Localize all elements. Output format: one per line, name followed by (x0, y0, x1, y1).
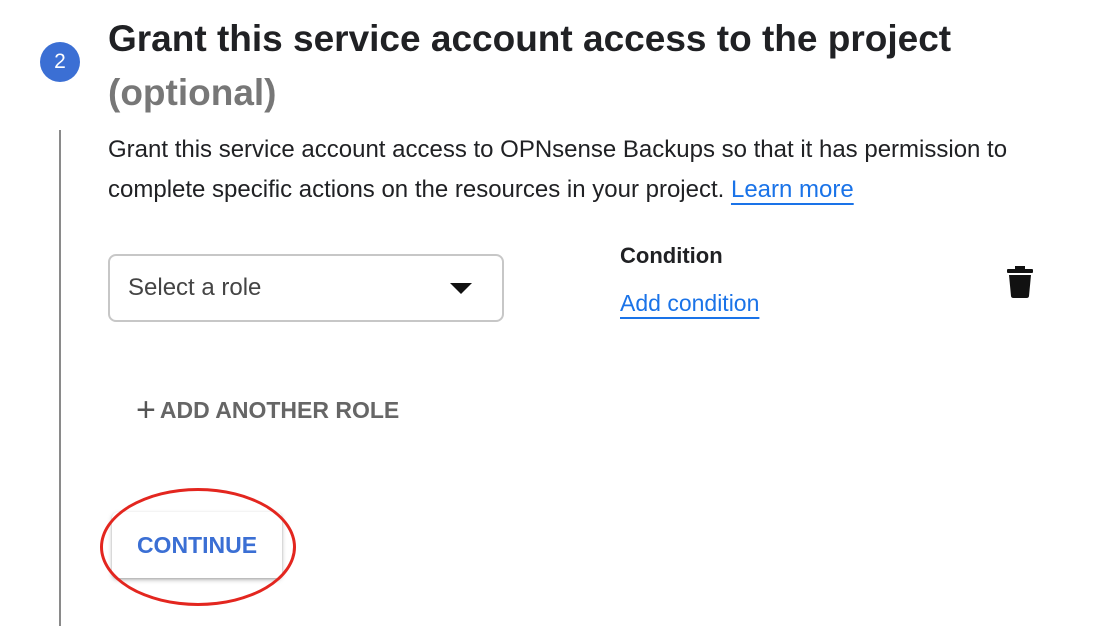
description-text: Grant this service account access to OPN… (108, 136, 1008, 203)
continue-button[interactable]: CONTINUE (112, 512, 282, 578)
role-select[interactable]: Select a role (108, 254, 504, 322)
add-another-role-button[interactable]: + ADD ANOTHER ROLE (136, 392, 399, 428)
add-condition-link[interactable]: Add condition (620, 290, 759, 317)
condition-label: Condition (620, 243, 723, 268)
add-another-role-label: ADD ANOTHER ROLE (159, 396, 400, 423)
step-title: Grant this service account access to the… (108, 12, 1068, 120)
step-title-text: Grant this service account access to the… (108, 18, 952, 59)
optional-label: (optional) (108, 72, 277, 113)
step-description: Grant this service account access to OPN… (108, 130, 1068, 210)
role-select-placeholder: Select a role (128, 274, 262, 301)
learn-more-link[interactable]: Learn more (731, 176, 854, 203)
grant-access-step: 2 Grant this service account access to t… (0, 0, 1112, 640)
step-number-badge: 2 (40, 42, 80, 82)
trash-icon[interactable] (1006, 266, 1034, 298)
caret-down-icon (450, 282, 472, 294)
step-connector-line (59, 130, 61, 626)
plus-icon: + (136, 391, 156, 429)
